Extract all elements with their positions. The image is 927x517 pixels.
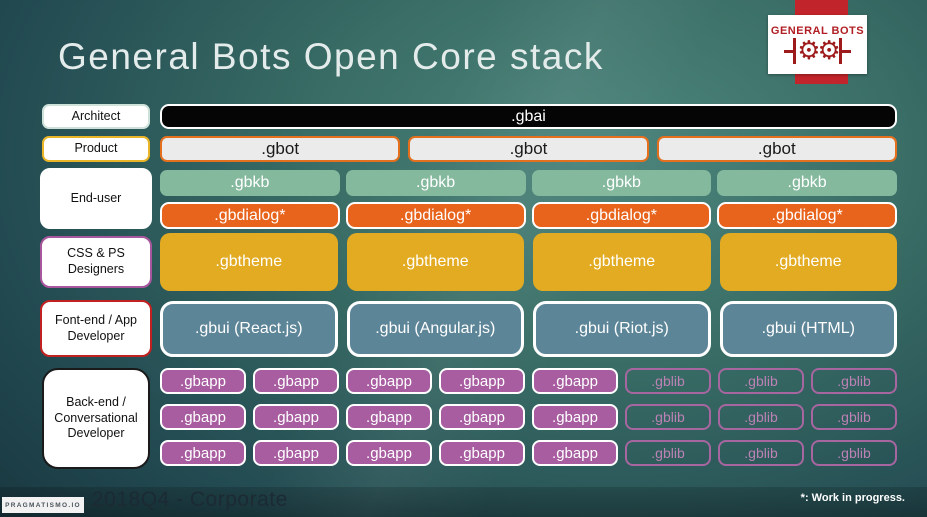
row-gbui: .gbui (React.js) .gbui (Angular.js) .gbu… bbox=[160, 301, 897, 357]
stack-box-gbdialog: .gbdialog* bbox=[345, 202, 526, 229]
stack-box-gbot: .gbot bbox=[408, 136, 649, 162]
stack-box-gbdialog: .gbdialog* bbox=[717, 202, 897, 229]
gear-glyphs-icon: ⚙⚙ bbox=[797, 36, 841, 66]
stack-box-gblib: .gblib bbox=[625, 440, 711, 466]
stack-box-gblib: .gblib bbox=[811, 404, 897, 430]
slide: General Bots Open Core stack GENERAL BOT… bbox=[0, 0, 927, 517]
stack-box-gblib: .gblib bbox=[625, 404, 711, 430]
stack-box-gbapp: .gbapp bbox=[253, 368, 339, 394]
pragmatismo-logo-text: PRAGMATISMO.IO bbox=[5, 501, 81, 509]
stack-box-gbui-angular: .gbui (Angular.js) bbox=[346, 301, 524, 357]
stack-box-gbapp: .gbapp bbox=[160, 404, 246, 430]
role-label-architect: Architect bbox=[42, 104, 150, 129]
row-gbapp-2: .gbapp .gbapp .gbapp .gbapp .gbapp .gbli… bbox=[160, 404, 897, 430]
stack-box-gbkb: .gbkb bbox=[160, 170, 340, 196]
stack-box-gbapp: .gbapp bbox=[439, 368, 525, 394]
role-label-product: Product bbox=[42, 136, 150, 162]
row-gbkb: .gbkb .gbkb .gbkb .gbkb bbox=[160, 170, 897, 196]
stack-box-gbtheme: .gbtheme bbox=[160, 233, 338, 291]
role-label-end-user: End-user bbox=[40, 168, 152, 229]
row-gbot: .gbot .gbot .gbot bbox=[160, 136, 897, 162]
stack-box-gblib: .gblib bbox=[718, 368, 804, 394]
role-label-css-ps-designers: CSS & PS Designers bbox=[40, 236, 152, 288]
stack-box-gbdialog: .gbdialog* bbox=[531, 202, 712, 229]
stack-box-gbapp: .gbapp bbox=[346, 440, 432, 466]
gear-bar-left-icon bbox=[793, 38, 797, 64]
stack-box-gblib: .gblib bbox=[625, 368, 711, 394]
stack-box-gbapp: .gbapp bbox=[253, 440, 339, 466]
stack-box-gbdialog: .gbdialog* bbox=[160, 202, 340, 229]
row-gbai: .gbai bbox=[160, 104, 897, 129]
stack-box-gbtheme: .gbtheme bbox=[346, 233, 524, 291]
row-gbapp-1: .gbapp .gbapp .gbapp .gbapp .gbapp .gbli… bbox=[160, 368, 897, 394]
role-label-front-end-developer: Font-end / App Developer bbox=[40, 300, 152, 357]
stack-box-gbkb: .gbkb bbox=[345, 170, 526, 196]
stack-box-gblib: .gblib bbox=[811, 368, 897, 394]
page-title: General Bots Open Core stack bbox=[58, 36, 604, 77]
stack-box-gbapp: .gbapp bbox=[160, 368, 246, 394]
gears-icon: ⚙⚙ bbox=[784, 38, 851, 64]
stack-box-gbapp: .gbapp bbox=[160, 440, 246, 466]
row-gbapp-3: .gbapp .gbapp .gbapp .gbapp .gbapp .gbli… bbox=[160, 440, 897, 466]
stack-box-gbai: .gbai bbox=[160, 104, 897, 129]
role-label-back-end-developer: Back-end / Conversational Developer bbox=[42, 368, 150, 469]
stack-box-gbapp: .gbapp bbox=[346, 404, 432, 430]
stack-box-gbapp: .gbapp bbox=[439, 404, 525, 430]
pragmatismo-logo: PRAGMATISMO.IO bbox=[2, 497, 84, 513]
stack-box-gblib: .gblib bbox=[718, 440, 804, 466]
stack-box-gblib: .gblib bbox=[811, 440, 897, 466]
stack-box-gbapp: .gbapp bbox=[253, 404, 339, 430]
stack-box-gbkb: .gbkb bbox=[717, 170, 897, 196]
stack-box-gbtheme: .gbtheme bbox=[533, 233, 711, 291]
general-bots-logo: GENERAL BOTS ⚙⚙ bbox=[768, 15, 867, 74]
stack-box-gbapp: .gbapp bbox=[532, 404, 618, 430]
stack-box-gbapp: .gbapp bbox=[346, 368, 432, 394]
stack-box-gbot: .gbot bbox=[656, 136, 897, 162]
stack-box-gbapp: .gbapp bbox=[439, 440, 525, 466]
footer-caption: 2018Q4 - Corporate bbox=[92, 488, 288, 511]
stack-box-gbapp: .gbapp bbox=[532, 440, 618, 466]
work-in-progress-note: *: Work in progress. bbox=[800, 492, 905, 504]
stack-box-gbkb: .gbkb bbox=[531, 170, 712, 196]
gear-stub-right-icon bbox=[841, 49, 851, 53]
stack-box-gbot: .gbot bbox=[160, 136, 401, 162]
stack-box-gbui-html: .gbui (HTML) bbox=[719, 301, 897, 357]
gear-stub-left-icon bbox=[784, 49, 794, 53]
stack-box-gbapp: .gbapp bbox=[532, 368, 618, 394]
stack-box-gblib: .gblib bbox=[718, 404, 804, 430]
stack-box-gbui-react: .gbui (React.js) bbox=[160, 301, 338, 357]
row-gbtheme: .gbtheme .gbtheme .gbtheme .gbtheme bbox=[160, 233, 897, 291]
stack-box-gbui-riot: .gbui (Riot.js) bbox=[533, 301, 711, 357]
stack-box-gbtheme: .gbtheme bbox=[719, 233, 897, 291]
row-gbdialog: .gbdialog* .gbdialog* .gbdialog* .gbdial… bbox=[160, 202, 897, 229]
